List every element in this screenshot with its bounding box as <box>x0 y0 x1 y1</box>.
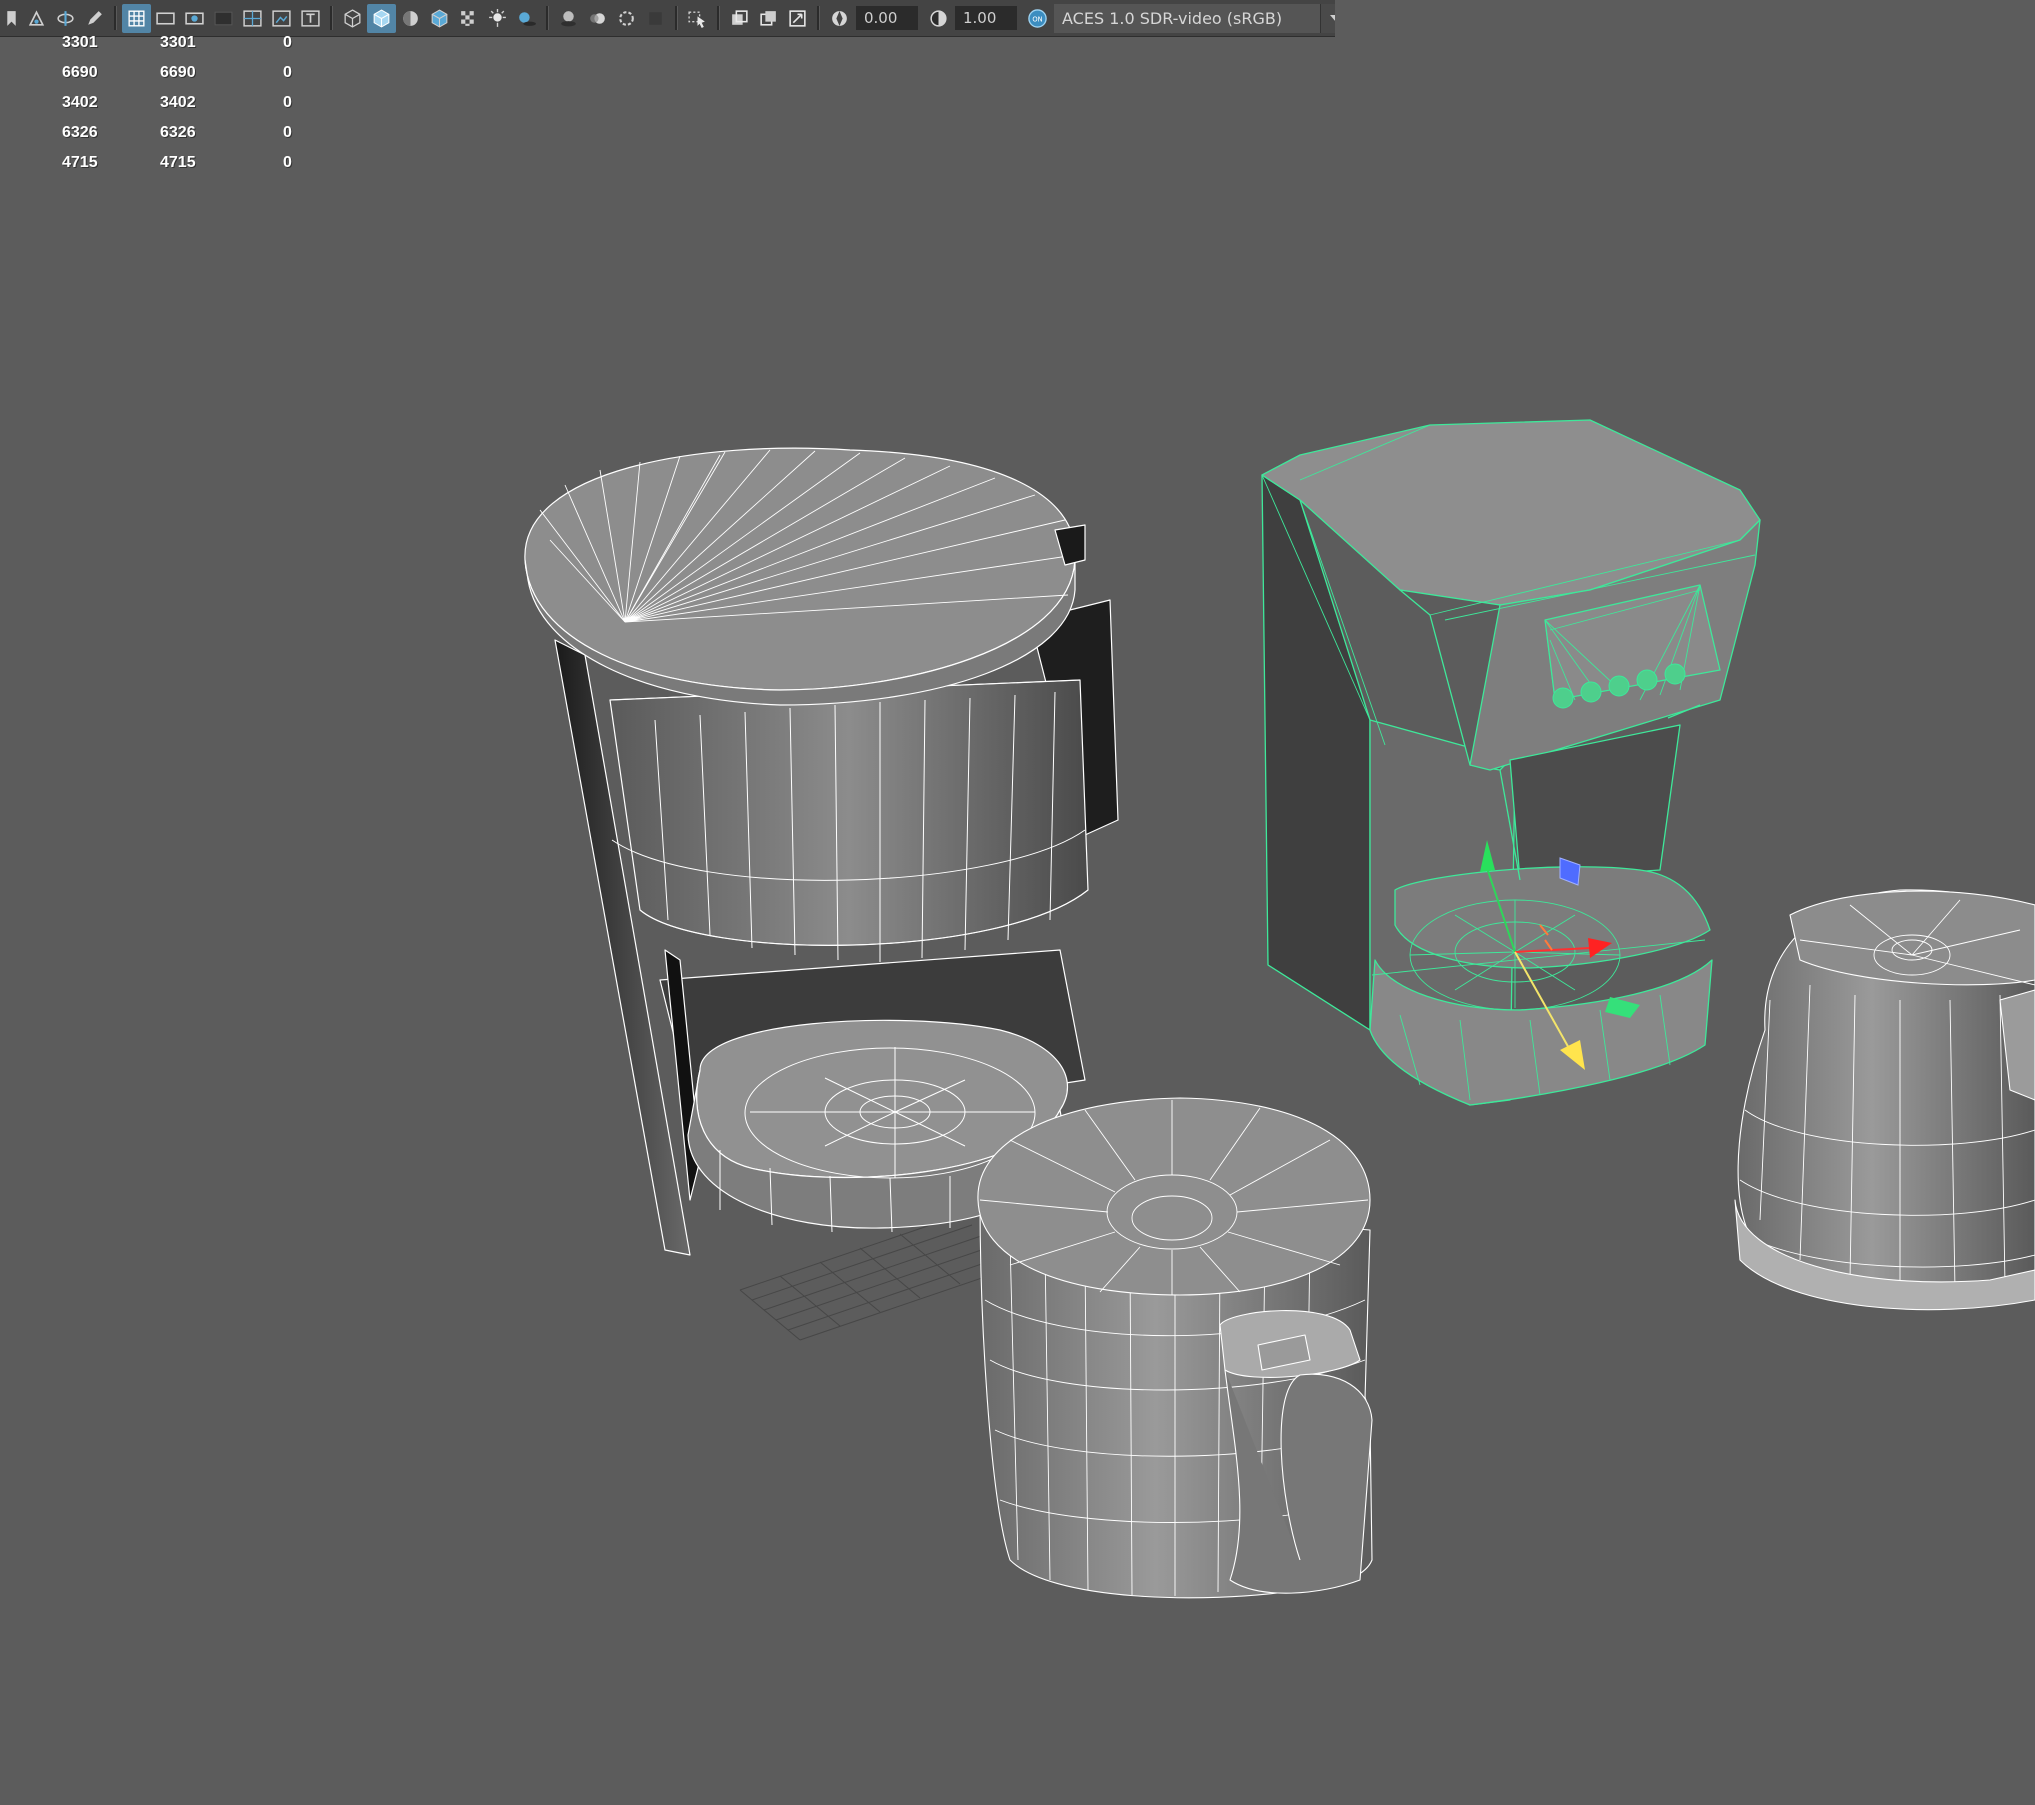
color-management-toggle-label: ON <box>1032 15 1042 23</box>
viewport-panel-toolbar: 0.00 1.00 ON ACES 1.0 SDR-video (sRGB) <box>0 0 1351 37</box>
bookmark-button[interactable] <box>0 4 22 33</box>
wireframe-icon <box>344 8 361 28</box>
bookmark-icon <box>6 10 16 26</box>
safe-title-button[interactable] <box>296 4 325 33</box>
toolbar-separator <box>817 6 820 30</box>
motion-blur-icon <box>590 12 605 24</box>
smooth-shade-icon <box>373 8 390 28</box>
gamma-field[interactable]: 1.00 <box>955 6 1017 30</box>
pencil-icon <box>88 10 102 25</box>
camera-tumble-icon <box>57 10 74 26</box>
color-management-toggle[interactable]: ON <box>1023 4 1052 33</box>
anti-aliasing-button[interactable] <box>612 4 641 33</box>
resolution-gate-icon <box>185 11 204 25</box>
smooth-shade-button[interactable] <box>367 3 396 33</box>
safe-title-icon <box>301 9 320 27</box>
exposure-button[interactable] <box>825 4 854 33</box>
anti-aliasing-icon <box>619 10 634 26</box>
toolbar-separator <box>675 6 678 30</box>
toolbar-separator <box>546 6 549 30</box>
camera-attributes-button[interactable] <box>22 4 51 33</box>
isolate-select-icon <box>688 11 705 28</box>
safe-action-button[interactable] <box>267 4 296 33</box>
depth-of-field-button[interactable] <box>641 4 670 33</box>
coffee-carafe[interactable] <box>977 1097 1373 1599</box>
isolate-select-button[interactable] <box>683 4 712 33</box>
toolbar-separator <box>114 6 117 30</box>
colorspace-select[interactable]: ACES 1.0 SDR-video (sRGB) <box>1054 3 1320 33</box>
shadows-button[interactable] <box>512 4 541 33</box>
film-gate-button[interactable] <box>151 4 180 33</box>
use-all-lights-button[interactable] <box>483 4 512 33</box>
second-carafe-partial[interactable] <box>1734 889 2035 1311</box>
camera-attributes-icon <box>28 9 45 26</box>
grid-toggle-button[interactable] <box>122 3 151 33</box>
gamma-icon <box>930 9 947 27</box>
backface-culling-icon <box>789 9 806 27</box>
color-management-icon: ON <box>1028 8 1047 28</box>
xray-icon <box>461 10 474 26</box>
3d-viewport[interactable] <box>0 38 2035 1805</box>
film-gate-icon <box>156 11 175 25</box>
gamma-button[interactable] <box>924 4 953 33</box>
exposure-field[interactable]: 0.00 <box>856 6 918 30</box>
xray-active-components-button[interactable] <box>754 4 783 33</box>
wireframe-on-shaded-icon <box>431 8 448 28</box>
safe-action-icon <box>272 9 291 27</box>
default-material-button[interactable] <box>396 4 425 33</box>
colorspace-label: ACES 1.0 SDR-video (sRGB) <box>1062 8 1283 28</box>
toolbar-separator <box>330 6 333 30</box>
exposure-icon <box>832 10 847 26</box>
camera-tumble-button[interactable] <box>51 4 80 33</box>
gate-mask-icon <box>214 11 233 25</box>
xray-button[interactable] <box>454 4 483 33</box>
use-all-lights-icon <box>489 8 506 27</box>
xray-joints-button[interactable] <box>725 4 754 33</box>
espresso-machine-selected[interactable] <box>1261 419 1761 1106</box>
ground-grid <box>739 1214 1021 1341</box>
gate-mask-button[interactable] <box>209 4 238 33</box>
field-chart-icon <box>243 9 262 27</box>
default-material-icon <box>403 10 418 26</box>
resolution-gate-button[interactable] <box>180 4 209 33</box>
motion-blur-button[interactable] <box>583 4 612 33</box>
pencil-button[interactable] <box>80 4 109 33</box>
screen-space-ao-button[interactable] <box>554 4 583 33</box>
toolbar-empty-area <box>1335 0 2035 37</box>
field-chart-button[interactable] <box>238 4 267 33</box>
depth-of-field-icon <box>649 11 662 25</box>
wireframe-on-shaded-button[interactable] <box>425 4 454 33</box>
xray-joints-icon <box>732 9 748 25</box>
grid-icon <box>128 9 145 27</box>
toolbar-separator <box>717 6 720 30</box>
wireframe-button[interactable] <box>338 4 367 33</box>
screen-space-ao-icon <box>561 10 576 26</box>
shadows-icon <box>519 11 536 26</box>
backface-culling-button[interactable] <box>783 4 812 33</box>
xray-active-components-icon <box>760 10 776 26</box>
